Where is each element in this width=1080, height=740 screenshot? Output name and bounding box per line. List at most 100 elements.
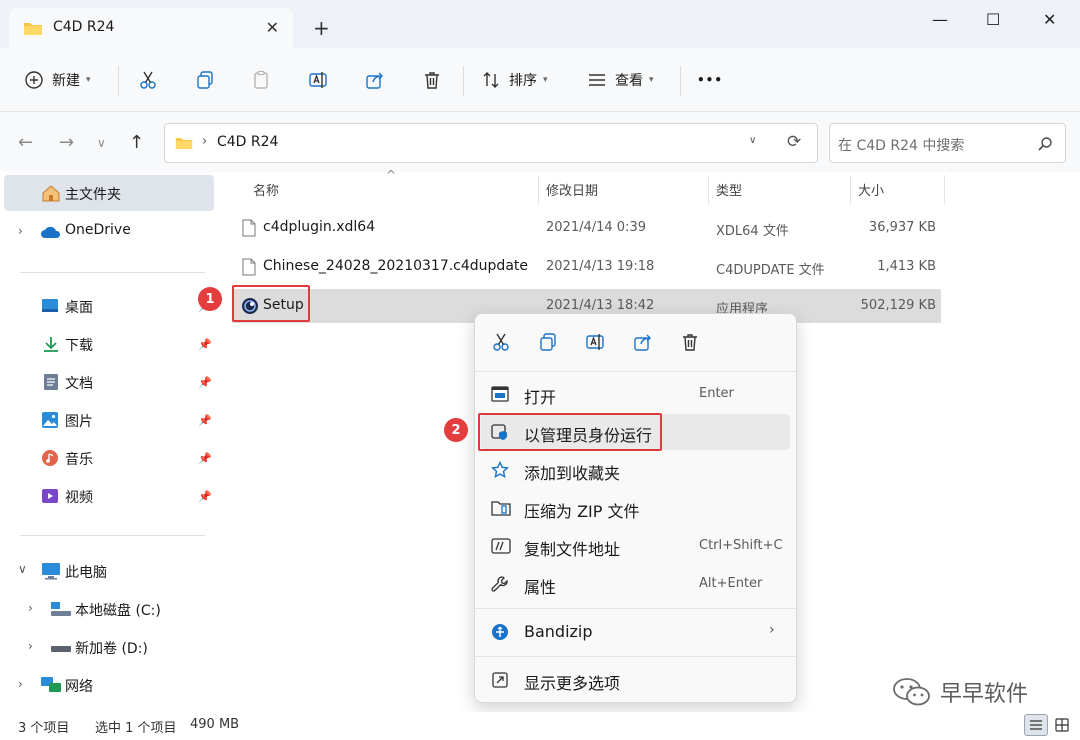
sidebar-item-network[interactable]: › 网络	[4, 667, 214, 703]
pin-icon[interactable]: 📌	[198, 452, 212, 465]
sidebar-label: OneDrive	[65, 222, 131, 238]
tab-title: C4D R24	[53, 19, 115, 35]
details-view-button[interactable]	[1024, 714, 1048, 736]
copy-button[interactable]	[195, 69, 215, 91]
menu-label: Bandizip	[524, 622, 593, 641]
sidebar-item-documents[interactable]: 文档 📌	[4, 364, 214, 400]
forward-arrow-icon[interactable]: →	[59, 132, 74, 153]
menu-item-properties[interactable]: 属性 Alt+Enter	[481, 566, 790, 602]
search-box[interactable]: 在 C4D R24 中搜索	[829, 123, 1066, 163]
new-button[interactable]: 新建 ▾	[24, 69, 91, 91]
share-icon[interactable]	[633, 332, 653, 356]
selection-size: 490 MB	[190, 717, 240, 732]
sidebar-label: 主文件夹	[65, 187, 121, 203]
sidebar-item-pictures[interactable]: 图片 📌	[4, 402, 214, 438]
menu-item-open[interactable]: 打开 Enter	[481, 376, 790, 412]
highlight-box-run-as-admin	[478, 413, 662, 451]
breadcrumb-c4d-r24[interactable]: C4D R24	[217, 134, 278, 150]
pin-icon[interactable]: 📌	[198, 376, 212, 389]
sidebar-item-this-pc[interactable]: ∨ 此电脑	[4, 553, 214, 589]
shortcut-label: Alt+Enter	[699, 576, 763, 591]
column-header-type[interactable]: 类型	[716, 180, 742, 199]
pin-icon[interactable]: 📌	[198, 338, 212, 351]
chevron-right-icon[interactable]: ›	[28, 639, 33, 653]
column-header-name[interactable]: 名称	[253, 180, 279, 199]
shortcut-label: Enter	[699, 386, 734, 401]
copy-path-icon	[491, 537, 511, 559]
trash-icon[interactable]	[680, 332, 700, 356]
sidebar-item-downloads[interactable]: 下载 📌	[4, 326, 214, 362]
sidebar-item-desktop[interactable]: 桌面 📌	[4, 288, 214, 324]
menu-label: 显示更多选项	[524, 674, 621, 693]
rename-icon[interactable]	[585, 332, 605, 356]
menu-item-add-favorites[interactable]: 添加到收藏夹	[481, 452, 790, 488]
rename-button[interactable]	[308, 69, 328, 91]
close-tab-icon[interactable]: ✕	[266, 18, 279, 37]
sidebar-item-music[interactable]: 音乐 📌	[4, 440, 214, 476]
highlight-box-setup	[232, 285, 310, 322]
chevron-down-icon[interactable]: ∨	[18, 562, 27, 576]
new-tab-button[interactable]: +	[313, 18, 330, 38]
divider	[118, 66, 119, 96]
up-arrow-icon[interactable]: ↑	[129, 132, 144, 153]
file-name: c4dplugin.xdl64	[263, 219, 376, 235]
folder-icon	[23, 21, 43, 41]
add-circle-icon	[25, 71, 43, 89]
share-button[interactable]	[365, 69, 385, 91]
file-icon	[242, 219, 256, 241]
tiles-view-button[interactable]	[1050, 714, 1074, 736]
menu-item-compress-zip[interactable]: 压缩为 ZIP 文件	[481, 490, 790, 526]
file-type: XDL64 文件	[716, 224, 789, 239]
close-window-button[interactable]: ✕	[1043, 10, 1056, 29]
maximize-button[interactable]: ☐	[986, 10, 1000, 29]
cut-button[interactable]	[138, 69, 158, 91]
tab-c4d-r24[interactable]: C4D R24 ✕	[9, 8, 293, 48]
column-header-size[interactable]: 大小	[858, 180, 884, 199]
sidebar-item-home[interactable]: 主文件夹	[4, 175, 214, 211]
chevron-down-icon: ▾	[649, 75, 654, 85]
menu-item-more-options[interactable]: 显示更多选项	[481, 662, 790, 698]
file-icon	[242, 258, 256, 280]
menu-label: 复制文件地址	[524, 540, 621, 559]
sidebar-item-videos[interactable]: 视频 📌	[4, 478, 214, 514]
menu-item-bandizip[interactable]: Bandizip ›	[481, 614, 790, 650]
sort-button[interactable]: 排序 ▾	[481, 69, 548, 91]
recent-locations-icon[interactable]: ∨	[97, 136, 106, 150]
back-arrow-icon[interactable]: ←	[18, 132, 33, 153]
sidebar-item-onedrive[interactable]: › OneDrive	[4, 213, 214, 249]
sort-icon	[483, 72, 499, 88]
column-divider[interactable]	[708, 175, 709, 205]
item-count: 3 个项目	[18, 721, 70, 736]
chevron-right-icon[interactable]: ›	[18, 224, 23, 238]
paste-button[interactable]	[251, 69, 271, 91]
pin-icon[interactable]: 📌	[198, 414, 212, 427]
more-options-button[interactable]: •••	[697, 69, 723, 91]
column-divider[interactable]	[538, 175, 539, 205]
column-divider[interactable]	[944, 175, 945, 205]
step-badge-2: 2	[444, 418, 468, 442]
refresh-icon[interactable]: ⟳	[787, 132, 801, 152]
pin-icon[interactable]: 📌	[198, 490, 212, 503]
file-row[interactable]: c4dplugin.xdl64 2021/4/14 0:39 XDL64 文件 …	[232, 211, 941, 245]
chevron-right-icon[interactable]: ›	[18, 677, 23, 691]
sidebar-item-drive-d[interactable]: › 新加卷 (D:)	[4, 629, 214, 665]
file-row[interactable]: Chinese_24028_20210317.c4dupdate 2021/4/…	[232, 250, 941, 284]
address-bar[interactable]: › C4D R24 ∨ ⟳	[164, 123, 818, 163]
chevron-right-icon[interactable]: ›	[28, 601, 33, 615]
column-header-date[interactable]: 修改日期	[546, 180, 598, 199]
rename-icon	[309, 72, 327, 88]
menu-label: 压缩为 ZIP 文件	[524, 502, 640, 521]
view-button[interactable]: 查看 ▾	[587, 69, 654, 91]
menu-item-copy-path[interactable]: 复制文件地址 Ctrl+Shift+C	[481, 528, 790, 564]
column-divider[interactable]	[850, 175, 851, 205]
minimize-button[interactable]: —	[932, 10, 948, 29]
copy-icon[interactable]	[538, 332, 558, 356]
sidebar-label: 网络	[65, 679, 93, 695]
chevron-down-icon: ▾	[543, 75, 548, 85]
cut-icon[interactable]	[491, 332, 511, 356]
delete-button[interactable]	[422, 69, 442, 91]
chevron-down-icon[interactable]: ∨	[749, 135, 756, 146]
sidebar-item-drive-c[interactable]: › 本地磁盘 (C:)	[4, 591, 214, 627]
sidebar-label: 新加卷 (D:)	[75, 641, 148, 657]
computer-icon	[41, 562, 61, 584]
